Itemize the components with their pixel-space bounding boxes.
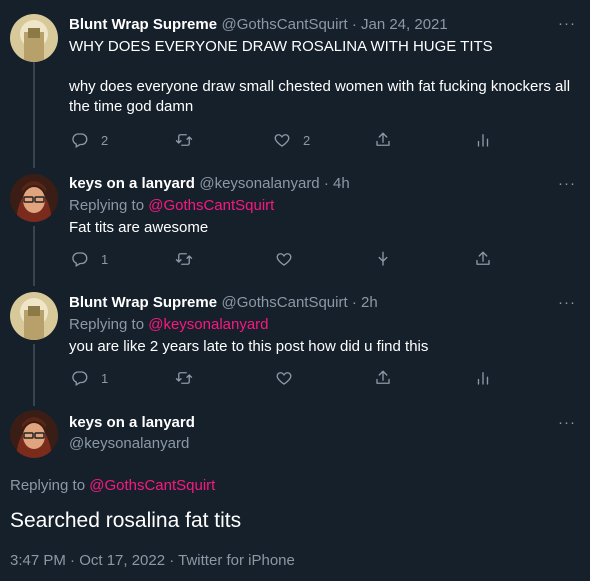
retweet-icon [175, 250, 193, 268]
retweet-icon [175, 131, 193, 149]
share-icon [374, 369, 392, 387]
mention-link[interactable]: @GothsCantSquirt [148, 197, 274, 214]
like-icon [275, 250, 293, 268]
like-button[interactable]: 2 [273, 131, 310, 149]
replying-to: Replying to @keysonalanyard [69, 316, 269, 333]
retweet-button[interactable] [175, 369, 193, 387]
download-icon [374, 250, 392, 268]
reply-count: 1 [101, 251, 109, 267]
retweet-icon [175, 369, 193, 387]
display-name[interactable]: keys on a lanyard [69, 414, 195, 431]
like-icon [275, 369, 293, 387]
thread-connector [33, 62, 35, 168]
reply-icon [71, 131, 89, 149]
avatar[interactable] [10, 292, 58, 340]
reply-icon [71, 250, 89, 268]
avatar[interactable] [10, 14, 58, 62]
handle-and-date[interactable]: @GothsCantSquirt · 2h [222, 294, 378, 311]
share-button[interactable] [474, 250, 492, 268]
timestamp[interactable]: 3:47 PM · Oct 17, 2022 · Twitter for iPh… [10, 552, 295, 569]
analytics-icon [474, 369, 492, 387]
handle-and-date[interactable]: @GothsCantSquirt · Jan 24, 2021 [222, 16, 448, 33]
tweet-text: Fat tits are awesome [69, 219, 209, 236]
mention-link[interactable]: @GothsCantSquirt [89, 477, 215, 494]
thread-connector [33, 344, 35, 406]
thread-connector [33, 226, 35, 286]
mention-link[interactable]: @keysonalanyard [148, 316, 268, 333]
handle[interactable]: @keysonalanyard [69, 435, 189, 452]
tweet-text: WHY DOES EVERYONE DRAW ROSALINA WITH HUG… [69, 38, 571, 115]
more-options-button[interactable]: ··· [558, 414, 576, 431]
retweet-button[interactable] [175, 131, 193, 149]
replying-to: Replying to @GothsCantSquirt [69, 197, 275, 214]
tweet-text: you are like 2 years late to this post h… [69, 338, 429, 355]
display-name[interactable]: Blunt Wrap Supreme [69, 16, 217, 33]
tweet-header: Blunt Wrap Supreme @GothsCantSquirt · Ja… [69, 16, 448, 34]
more-options-button[interactable]: ··· [558, 294, 576, 311]
like-icon [273, 131, 291, 149]
like-button[interactable] [275, 369, 293, 387]
like-count: 2 [303, 132, 311, 148]
avatar[interactable] [10, 410, 58, 458]
tweet-header: Blunt Wrap Supreme @GothsCantSquirt · 2h [69, 294, 378, 312]
more-options-button[interactable]: ··· [558, 175, 576, 192]
reply-button[interactable]: 1 [71, 250, 108, 268]
display-name[interactable]: keys on a lanyard [69, 175, 195, 192]
analytics-button[interactable] [474, 369, 492, 387]
handle-and-date[interactable]: @keysonalanyard · 4h [199, 175, 349, 192]
share-button[interactable] [374, 369, 392, 387]
download-button[interactable] [374, 250, 392, 268]
reply-icon [71, 369, 89, 387]
reply-button[interactable]: 2 [71, 131, 108, 149]
share-icon [374, 131, 392, 149]
analytics-button[interactable] [474, 131, 492, 149]
more-options-button[interactable]: ··· [558, 15, 576, 32]
main-tweet-text: Searched rosalina fat tits [10, 509, 242, 532]
like-button[interactable] [275, 250, 293, 268]
retweet-button[interactable] [175, 250, 193, 268]
replying-to: Replying to @GothsCantSquirt [10, 477, 216, 494]
reply-count: 2 [101, 132, 109, 148]
share-icon [474, 250, 492, 268]
analytics-icon [474, 131, 492, 149]
share-button[interactable] [374, 131, 392, 149]
tweet-header: keys on a lanyard @keysonalanyard · 4h [69, 175, 350, 193]
avatar[interactable] [10, 174, 58, 222]
display-name[interactable]: Blunt Wrap Supreme [69, 294, 217, 311]
reply-button[interactable]: 1 [71, 369, 108, 387]
reply-count: 1 [101, 370, 109, 386]
